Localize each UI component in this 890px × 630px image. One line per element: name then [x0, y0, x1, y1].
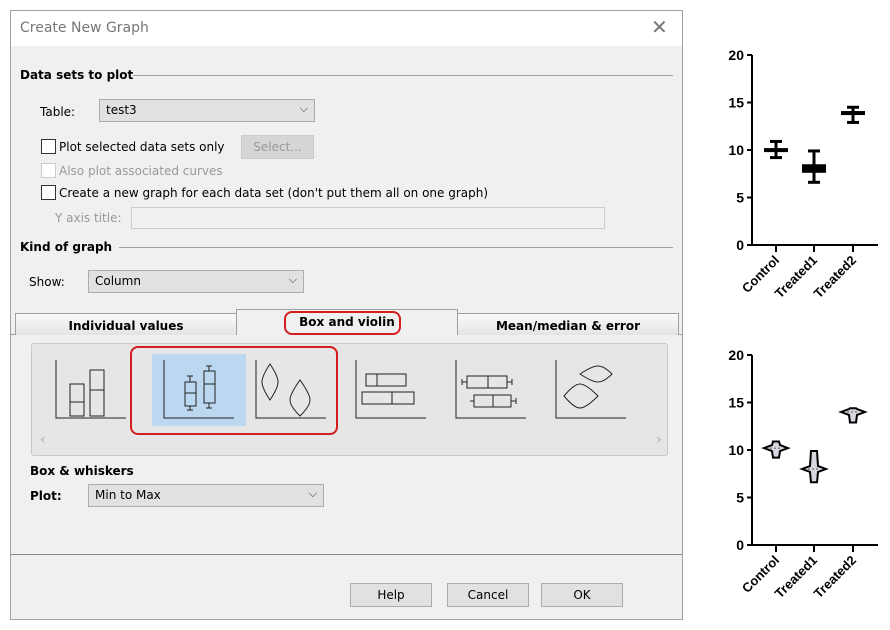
- plot-select-value: Min to Max: [95, 488, 161, 502]
- violin: [761, 440, 791, 459]
- also-plot-label: Also plot associated curves: [59, 164, 223, 178]
- create-new-graph-dialog: Create New Graph ✕ Data sets to plot Tab…: [10, 10, 683, 620]
- title-bar: Create New Graph ✕: [11, 11, 682, 46]
- horizontal-violin-icon[interactable]: [552, 354, 646, 426]
- y-tick-label: 15: [728, 95, 744, 111]
- y-tick-label: 0: [736, 537, 744, 553]
- cancel-button[interactable]: Cancel: [447, 583, 529, 607]
- box: [841, 111, 865, 116]
- close-icon[interactable]: ✕: [651, 15, 668, 39]
- scroll-right-icon[interactable]: ›: [656, 432, 662, 448]
- violin-plot-preview: 0 5 10 15 20 Control Treated1 Treated2: [700, 340, 890, 630]
- plot-label: Plot:: [30, 489, 62, 503]
- graph-type-gallery: ‹ ›: [31, 343, 668, 456]
- table-select-value: test3: [106, 103, 137, 117]
- x-tick-label: Treated2: [811, 253, 859, 301]
- new-graph-checkbox[interactable]: [41, 185, 56, 200]
- box: [802, 164, 826, 173]
- data-sets-section-title: Data sets to plot: [20, 68, 134, 82]
- horizontal-bars-icon[interactable]: [352, 354, 446, 426]
- chevron-down-icon: ⌵: [308, 487, 317, 500]
- tab-mean-median-error[interactable]: Mean/median & error: [457, 313, 679, 335]
- also-plot-checkbox[interactable]: [41, 163, 56, 178]
- plot-select[interactable]: Min to Max ⌵: [88, 484, 324, 507]
- tab-individual-values[interactable]: Individual values: [15, 313, 237, 335]
- table-label: Table:: [40, 105, 76, 119]
- y-axis-title-label: Y axis title:: [55, 211, 122, 225]
- y-axis-title-input[interactable]: [131, 207, 605, 229]
- kind-of-graph-section-title: Kind of graph: [20, 240, 113, 254]
- violin: [799, 449, 829, 484]
- y-tick-label: 10: [728, 442, 744, 458]
- box-plot-svg: 05101520ControlTreated1Treated2: [728, 47, 878, 301]
- box-whiskers-section-title: Box & whiskers: [30, 464, 134, 478]
- select-button[interactable]: Select...: [241, 135, 314, 159]
- table-select[interactable]: test3 ⌵: [99, 99, 315, 122]
- selection-highlight: [130, 346, 338, 435]
- divider: [133, 75, 673, 76]
- box: [764, 148, 788, 153]
- ok-button[interactable]: OK: [541, 583, 623, 607]
- show-select[interactable]: Column ⌵: [88, 270, 304, 293]
- chevron-down-icon: ⌵: [299, 102, 308, 115]
- tab-highlight: [284, 311, 401, 335]
- violin-plot-svg: 05101520ControlTreated1Treated2: [728, 347, 878, 601]
- y-tick-label: 0: [736, 237, 744, 253]
- divider: [11, 554, 682, 555]
- y-tick-label: 20: [728, 347, 744, 363]
- box-plot-preview: 0 5 10 15 20 Control Treated1 Treated2: [700, 40, 890, 333]
- plot-selected-checkbox[interactable]: [41, 139, 56, 154]
- dialog-title: Create New Graph: [20, 20, 149, 36]
- x-tick-label: Treated2: [811, 553, 859, 601]
- y-tick-label: 10: [728, 142, 744, 158]
- show-label: Show:: [29, 275, 65, 289]
- divider: [119, 247, 673, 248]
- plot-selected-label: Plot selected data sets only: [59, 140, 225, 154]
- horizontal-box-whiskers-icon[interactable]: [452, 354, 546, 426]
- y-tick-label: 20: [728, 47, 744, 63]
- help-button[interactable]: Help: [350, 583, 432, 607]
- y-tick-label: 5: [736, 190, 744, 206]
- scroll-left-icon[interactable]: ‹: [40, 432, 46, 448]
- show-select-value: Column: [95, 274, 141, 288]
- new-graph-label: Create a new graph for each data set (do…: [59, 186, 489, 200]
- chevron-down-icon: ⌵: [288, 273, 297, 286]
- y-tick-label: 5: [736, 490, 744, 506]
- y-tick-label: 15: [728, 395, 744, 411]
- violin: [838, 407, 868, 424]
